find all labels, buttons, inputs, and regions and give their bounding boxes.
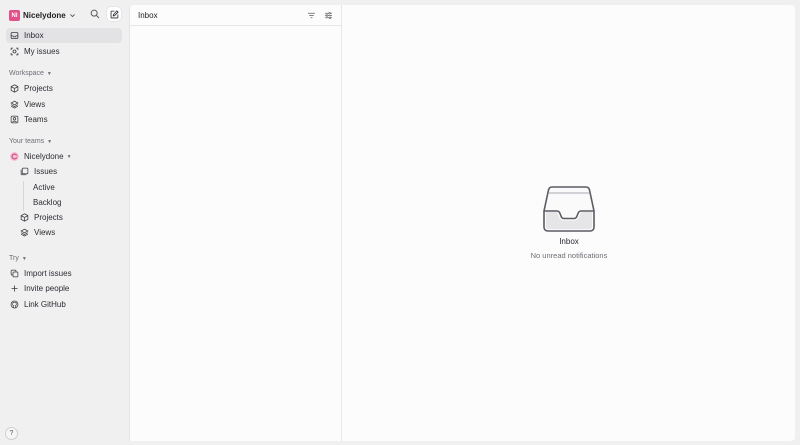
search-icon — [90, 9, 100, 19]
sidebar-item-views[interactable]: Views — [6, 97, 122, 112]
sidebar-item-label: Link GitHub — [24, 300, 66, 309]
list-header: Inbox — [130, 5, 341, 26]
sidebar-item-label: Active — [33, 183, 55, 192]
team-avatar-icon — [10, 152, 19, 161]
sidebar-item-team-views[interactable]: Views — [16, 225, 122, 240]
sidebar-item-inbox[interactable]: Inbox — [6, 28, 122, 43]
compose-icon — [110, 9, 119, 18]
sidebar-item-label: My issues — [24, 47, 60, 56]
sidebar-item-team-projects[interactable]: Projects — [16, 210, 122, 225]
section-label: Try — [9, 255, 19, 262]
workspace-section-toggle[interactable]: Workspace ▼ — [9, 70, 52, 77]
sidebar-item-link-github[interactable]: Link GitHub — [6, 297, 122, 312]
sidebar-item-label: Projects — [24, 84, 53, 93]
sidebar-item-my-issues[interactable]: My issues — [6, 44, 122, 59]
detail-panel: Inbox No unread notifications — [341, 5, 795, 441]
search-button[interactable] — [88, 7, 102, 21]
section-label: Workspace — [9, 70, 44, 77]
empty-state-title: Inbox — [559, 237, 579, 246]
plus-icon — [10, 284, 19, 293]
caret-down-icon: ▼ — [66, 153, 72, 160]
sidebar-item-active[interactable]: Active — [29, 180, 122, 195]
section-label: Your teams — [9, 138, 45, 145]
inbox-list-panel: Inbox — [129, 5, 341, 441]
sidebar-item-import-issues[interactable]: Import issues — [6, 266, 122, 281]
empty-state-subtitle: No unread notifications — [530, 251, 608, 260]
sidebar-item-label: Inbox — [24, 31, 44, 40]
sidebar-item-label: Views — [34, 228, 56, 237]
display-options-icon — [325, 12, 332, 19]
page-title: Inbox — [138, 10, 158, 20]
import-icon — [10, 269, 19, 278]
sidebar-item-label: Invite people — [24, 284, 70, 293]
sidebar-item-label: Teams — [24, 115, 48, 124]
sidebar: NI Nicelydone Inbox My issues Workspace ▼… — [0, 0, 129, 445]
workspace-name: Nicelydone — [23, 10, 66, 20]
sidebar-item-label: Projects — [34, 213, 63, 222]
cube-icon — [10, 84, 19, 93]
new-issue-button[interactable] — [107, 7, 121, 21]
caret-down-icon: ▼ — [21, 255, 27, 262]
sidebar-item-invite-people[interactable]: Invite people — [6, 281, 122, 296]
inbox-tray-icon — [543, 186, 595, 232]
team-icon — [10, 115, 19, 124]
target-icon — [10, 47, 19, 56]
sidebar-item-teams[interactable]: Teams — [6, 112, 122, 127]
inbox-icon — [10, 31, 19, 40]
try-section-toggle[interactable]: Try ▼ — [9, 255, 27, 262]
caret-down-icon: ▼ — [47, 138, 53, 145]
workspace-avatar: NI — [9, 10, 20, 21]
sidebar-item-projects[interactable]: Projects — [6, 81, 122, 96]
empty-state: Inbox No unread notifications — [342, 185, 796, 260]
filter-button[interactable] — [306, 10, 317, 21]
sidebar-item-label: Views — [24, 100, 46, 109]
sidebar-item-label: Issues — [34, 167, 58, 176]
sidebar-team-nicelydone[interactable]: Nicelydone ▼ — [6, 149, 122, 164]
issues-icon — [20, 167, 29, 176]
chevron-down-icon — [69, 13, 75, 17]
help-button[interactable]: ? — [5, 427, 18, 440]
sidebar-item-label: Backlog — [33, 198, 62, 207]
display-options-button[interactable] — [323, 10, 334, 21]
teams-section-toggle[interactable]: Your teams ▼ — [9, 138, 52, 145]
filter-icon — [308, 12, 315, 19]
tree-connector — [23, 181, 24, 211]
cube-icon — [20, 213, 29, 222]
github-icon — [10, 300, 19, 309]
team-name: Nicelydone — [24, 152, 64, 161]
sidebar-item-issues[interactable]: Issues — [16, 164, 122, 179]
workspace-switcher[interactable]: NI Nicelydone — [9, 8, 76, 22]
layers-icon — [10, 100, 19, 109]
sidebar-item-backlog[interactable]: Backlog — [29, 195, 122, 210]
sidebar-item-label: Import issues — [24, 269, 72, 278]
layers-icon — [20, 228, 29, 237]
caret-down-icon: ▼ — [46, 70, 52, 77]
